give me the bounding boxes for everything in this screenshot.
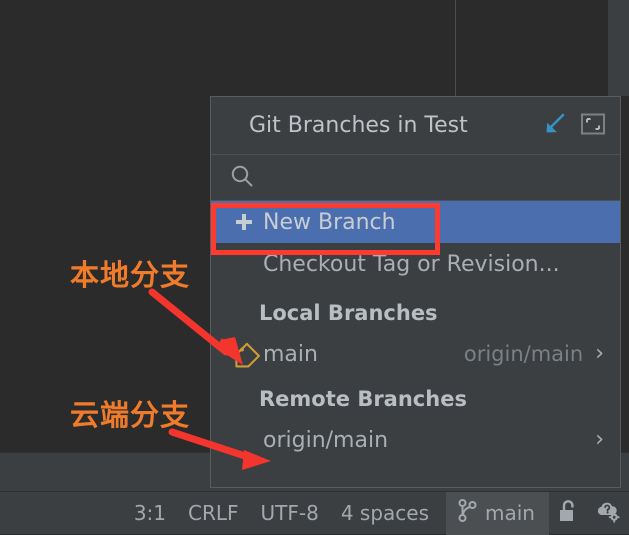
status-branch-widget[interactable]: main <box>446 491 549 535</box>
menu-item-checkout-tag-or-revision[interactable]: Checkout Tag or Revision... <box>211 243 620 285</box>
popup-title: Git Branches in Test <box>249 113 468 138</box>
popup-search-row[interactable] <box>211 155 620 201</box>
section-header-local-branches: Local Branches <box>259 301 438 325</box>
branch-row-remote-origin-main[interactable]: origin/main › <box>211 419 620 461</box>
git-branch-icon <box>458 499 477 527</box>
unlocked-padlock-icon <box>557 499 579 527</box>
status-caret-position[interactable]: 3:1 <box>123 492 177 535</box>
branch-row-local-main-label: main <box>263 341 318 367</box>
chevron-right-icon[interactable]: › <box>595 343 604 365</box>
arrow-down-left-icon <box>542 111 568 141</box>
chevron-right-icon[interactable]: › <box>595 429 604 451</box>
checkout-arrow-button[interactable] <box>538 109 572 143</box>
cloud-question-gear-icon <box>595 498 621 528</box>
status-lock-widget[interactable] <box>549 492 587 535</box>
tag-icon <box>233 340 263 368</box>
restore-window-button[interactable] <box>576 109 610 143</box>
search-input[interactable] <box>265 161 620 194</box>
menu-item-checkout-tag-or-revision-label: Checkout Tag or Revision... <box>263 251 560 277</box>
status-branch-label: main <box>485 501 535 525</box>
branch-row-local-main[interactable]: main origin/main › <box>211 333 620 375</box>
popup-list: New Branch Checkout Tag or Revision... L… <box>211 201 620 461</box>
branch-row-local-main-tracking: origin/main <box>463 342 584 366</box>
section-header-remote-branches: Remote Branches <box>259 387 467 411</box>
restore-frame-icon <box>580 112 606 140</box>
status-indent[interactable]: 4 spaces <box>330 492 440 535</box>
status-line-separator[interactable]: CRLF <box>177 492 250 535</box>
menu-item-new-branch[interactable]: New Branch <box>211 201 620 243</box>
status-bar: 3:1 CRLF UTF-8 4 spaces main <box>0 491 629 535</box>
popup-header: Git Branches in Test <box>211 97 620 155</box>
menu-item-new-branch-label: New Branch <box>263 209 396 235</box>
branch-row-remote-origin-main-label: origin/main <box>263 427 389 453</box>
editor-right-gutter <box>608 0 629 96</box>
git-branches-popup[interactable]: Git Branches in Test New Branch Checkout… <box>210 96 621 488</box>
search-icon <box>229 163 255 193</box>
status-cloud-widget[interactable] <box>587 492 629 535</box>
plus-icon <box>233 211 263 233</box>
status-encoding[interactable]: UTF-8 <box>250 492 330 535</box>
